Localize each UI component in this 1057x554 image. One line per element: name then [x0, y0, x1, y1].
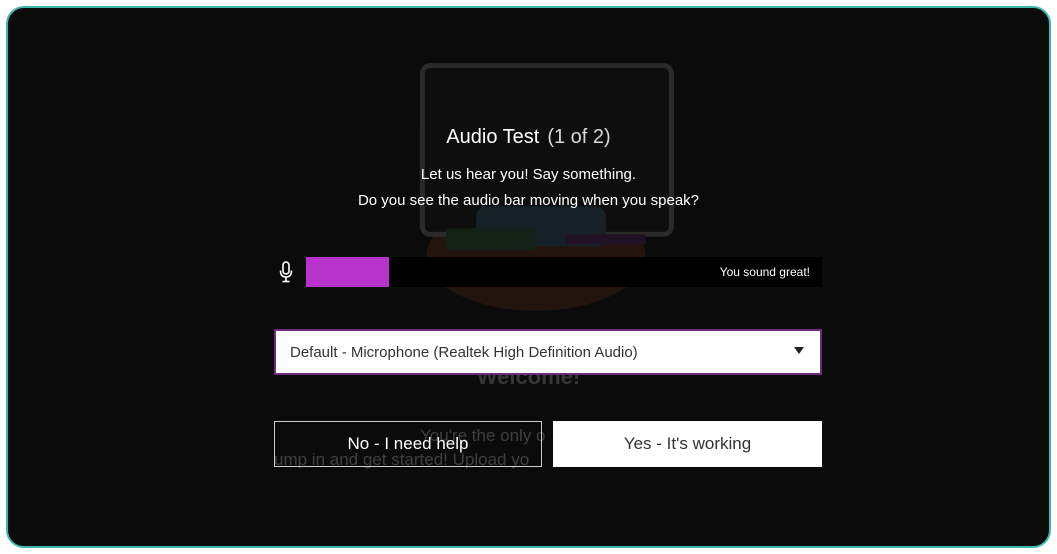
- microphone-select[interactable]: Default - Microphone (Realtek High Defin…: [274, 329, 822, 375]
- need-help-button[interactable]: No - I need help: [274, 421, 542, 467]
- instruction-text: Let us hear you! Say something.: [420, 166, 637, 183]
- audio-meter-row: You sound great!: [276, 257, 822, 287]
- instruction-text: Do you see the audio bar moving when you…: [357, 192, 700, 209]
- dialog-step-indicator: (1 of 2): [547, 126, 611, 148]
- its-working-button[interactable]: Yes - It's working: [553, 421, 822, 467]
- microphone-select-value: Default - Microphone (Realtek High Defin…: [290, 344, 638, 361]
- audio-level-fill: [306, 257, 389, 287]
- chevron-down-icon: [794, 347, 804, 354]
- microphone-icon: [279, 261, 293, 283]
- dialog-title-row: Audio Test (1 of 2): [8, 126, 1049, 149]
- dialog-title: Audio Test: [446, 126, 540, 148]
- audio-test-window: Welcome! You're the only o ump in and ge…: [6, 6, 1051, 548]
- audio-status-text: You sound great!: [719, 265, 810, 279]
- audio-level-bar: You sound great!: [306, 257, 822, 287]
